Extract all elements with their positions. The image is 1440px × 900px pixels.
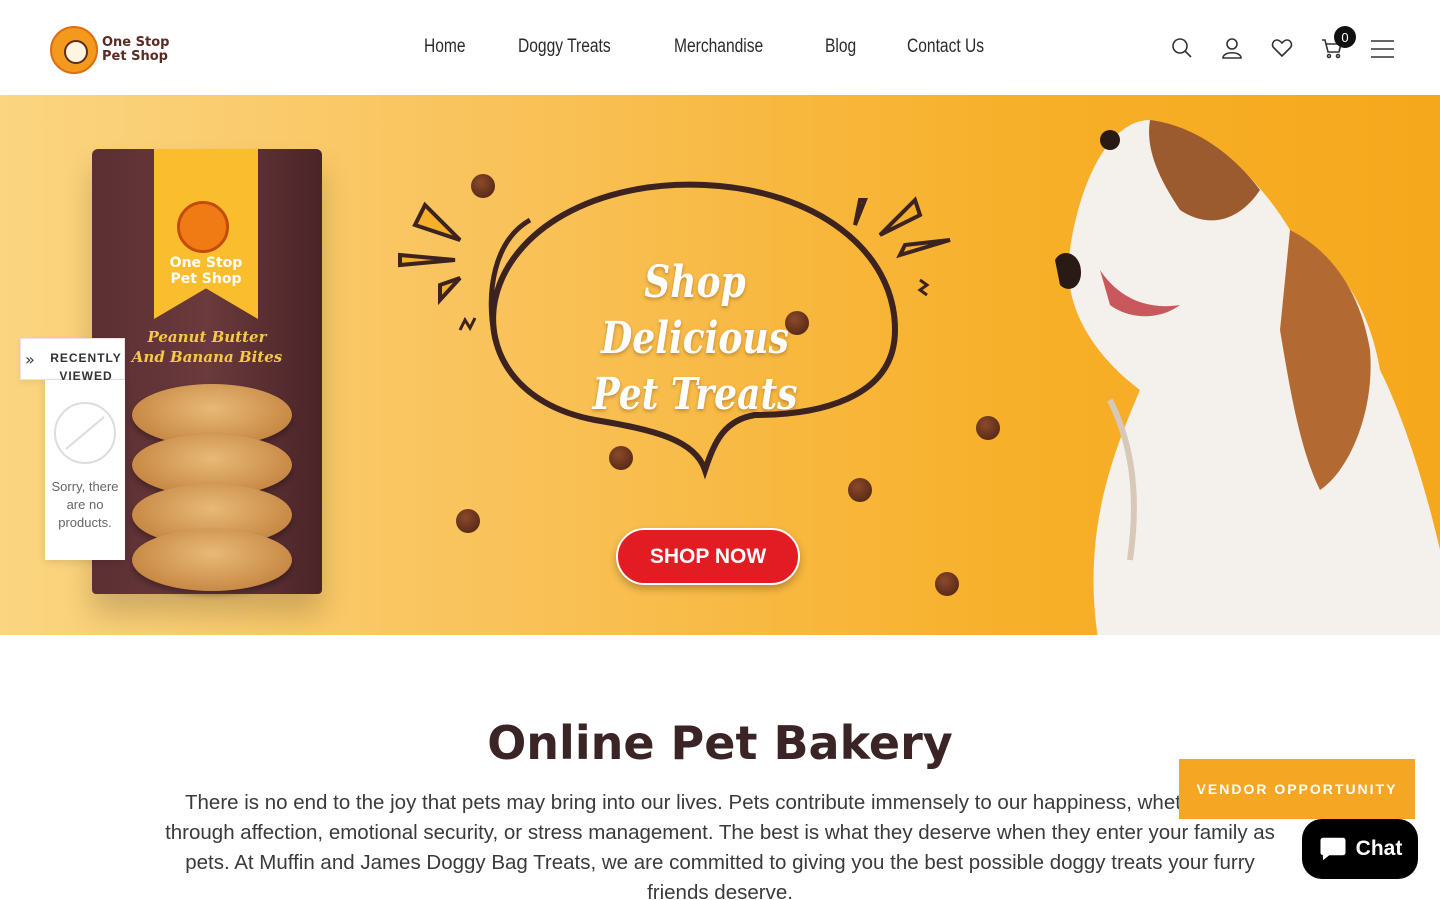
kibble-image	[935, 572, 959, 596]
nav-home[interactable]: Home	[424, 36, 466, 58]
cart-icon[interactable]: 0	[1320, 26, 1356, 60]
logo-line-2: Pet Shop	[102, 49, 168, 64]
wishlist-icon[interactable]	[1270, 36, 1294, 60]
cart-count-badge: 0	[1334, 26, 1356, 48]
kibble-image	[471, 174, 495, 198]
recently-viewed-empty-message: Sorry, there are no products.	[51, 479, 119, 530]
bag-shop-name: One Stop Pet Shop	[154, 255, 258, 287]
hero-banner[interactable]: One Stop Pet Shop Peanut Butter And Bana…	[0, 95, 1440, 635]
beagle-dog-image	[1055, 120, 1440, 635]
chat-label: Chat	[1355, 837, 1403, 860]
site-header: One Stop Pet Shop Home Doggy Treats Merc…	[0, 0, 1440, 95]
account-icon[interactable]	[1220, 36, 1244, 60]
bag-product-line-1: Peanut Butter	[147, 328, 267, 346]
header-icons: 0	[1170, 26, 1394, 60]
no-image-icon	[54, 402, 116, 464]
section-description: There is no end to the joy that pets may…	[165, 791, 1275, 900]
recently-viewed-panel: Sorry, there are no products.	[45, 380, 125, 560]
kibble-image	[848, 478, 872, 502]
bag-product-line-2: And Banana Bites	[131, 348, 283, 366]
nav-doggy-treats[interactable]: Doggy Treats	[518, 36, 611, 58]
chat-bubble-icon	[1320, 837, 1346, 861]
main-nav: Home Doggy Treats Merchandise Blog Conta…	[424, 36, 1000, 58]
chat-button[interactable]: Chat	[1302, 819, 1418, 879]
logo-text: One Stop Pet Shop	[102, 36, 169, 64]
kibble-image	[456, 509, 480, 533]
nav-merchandise[interactable]: Merchandise	[674, 36, 763, 58]
recently-viewed-tab[interactable]: » RECENTLY VIEWED	[20, 338, 125, 383]
bag-product-name: Peanut Butter And Banana Bites	[112, 327, 302, 367]
nav-blog[interactable]: Blog	[825, 36, 856, 58]
cookie-image	[132, 529, 292, 591]
kibble-image	[609, 446, 633, 470]
site-logo[interactable]: One Stop Pet Shop	[50, 26, 169, 74]
bag-logo-icon	[177, 201, 229, 253]
nav-contact-us[interactable]: Contact Us	[907, 36, 984, 58]
logo-line-1: One Stop	[102, 35, 170, 50]
bag-shop-line-1: One Stop	[169, 255, 243, 271]
kibble-image	[976, 416, 1000, 440]
vendor-opportunity-button[interactable]: VENDOR OPPORTUNITY	[1179, 759, 1415, 819]
search-icon[interactable]	[1170, 36, 1194, 60]
menu-icon[interactable]	[1370, 36, 1394, 60]
shop-now-button[interactable]: SHOP NOW	[616, 528, 800, 585]
hero-title: Shop Delicious Pet Treats	[552, 255, 839, 423]
double-chevron-right-icon: »	[25, 350, 35, 369]
treat-bag-image: One Stop Pet Shop Peanut Butter And Bana…	[92, 149, 322, 594]
bag-shop-line-2: Pet Shop	[170, 271, 242, 287]
logo-badge-icon	[50, 26, 98, 74]
hero-title-line-2: Pet Treats	[592, 369, 798, 420]
recently-viewed-title-line-1: RECENTLY	[50, 351, 122, 365]
kibble-image	[785, 311, 809, 335]
